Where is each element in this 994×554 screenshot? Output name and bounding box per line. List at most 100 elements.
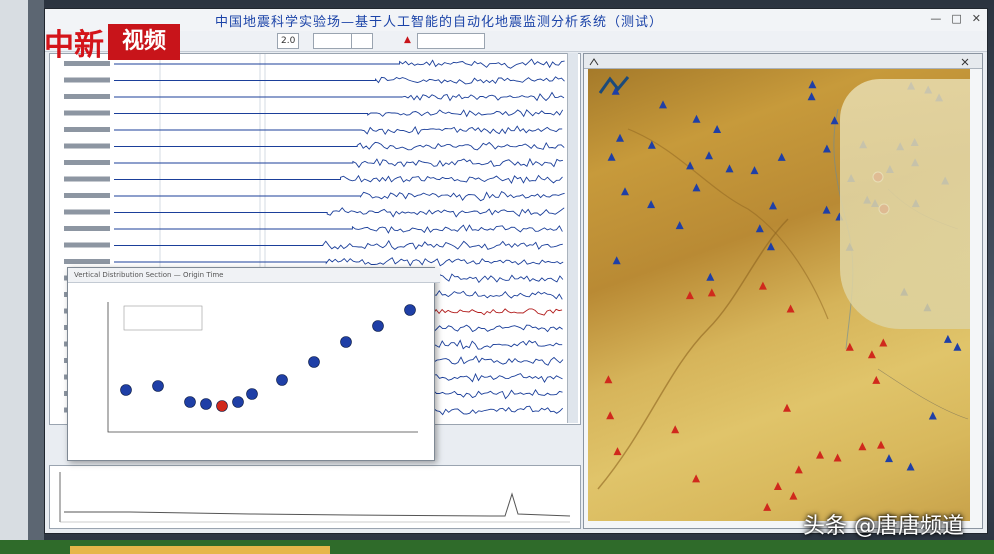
- station-marker[interactable]: [692, 114, 701, 123]
- station-marker[interactable]: [685, 291, 694, 300]
- left-background-strip: [0, 0, 28, 554]
- station-marker[interactable]: [607, 152, 616, 161]
- seismic-trace: [114, 91, 565, 102]
- logo-red-text: 中新: [44, 28, 104, 63]
- station-marker[interactable]: [692, 183, 701, 192]
- plain-region: [840, 79, 970, 329]
- depth-scatter-plot: [107, 302, 418, 433]
- trace-label: [64, 143, 110, 149]
- depth-point: [372, 320, 384, 332]
- plot-legend: [123, 305, 203, 331]
- seismic-trace: [114, 76, 565, 85]
- magnitude-field[interactable]: 2.0: [277, 33, 300, 49]
- station-marker[interactable]: [750, 166, 759, 175]
- station-marker[interactable]: [621, 187, 629, 196]
- station-marker[interactable]: [885, 454, 893, 463]
- bottom-waveform-panel: [49, 465, 581, 529]
- station-marker[interactable]: [953, 342, 962, 351]
- station-marker[interactable]: [616, 133, 624, 142]
- station-marker[interactable]: [713, 125, 722, 133]
- station-marker[interactable]: [867, 350, 876, 359]
- station-marker[interactable]: [822, 144, 831, 153]
- station-marker[interactable]: [777, 152, 786, 161]
- trace-label: [64, 193, 110, 198]
- trace-label: [64, 176, 110, 182]
- app-title: 中国地震科学实验场—基于人工智能的自动化地震监测分析系统（测试）: [215, 15, 664, 30]
- window-controls: — □ ✕: [930, 12, 981, 25]
- station-marker[interactable]: [604, 375, 613, 384]
- seismic-trace: [114, 190, 565, 202]
- station-marker[interactable]: [789, 491, 798, 500]
- seismic-trace: [114, 109, 564, 118]
- station-marker[interactable]: [943, 334, 952, 343]
- seismic-trace: [114, 207, 565, 218]
- station-marker[interactable]: [833, 453, 842, 462]
- station-marker[interactable]: [705, 151, 713, 160]
- station-marker[interactable]: [872, 375, 881, 384]
- toolbar-icon-button[interactable]: [351, 33, 373, 49]
- depth-point: [200, 398, 212, 410]
- minimize-icon[interactable]: —: [930, 12, 941, 25]
- toolbar-tool-button[interactable]: [313, 33, 355, 49]
- depth-point: [308, 356, 320, 368]
- station-marker[interactable]: [807, 92, 816, 101]
- trace-label: [64, 127, 110, 132]
- station-marker[interactable]: [659, 100, 667, 109]
- terrain-map[interactable]: [588, 69, 970, 521]
- station-marker[interactable]: [707, 288, 716, 297]
- station-marker[interactable]: [822, 205, 831, 214]
- station-marker[interactable]: [816, 450, 824, 459]
- station-marker[interactable]: [763, 502, 772, 511]
- depth-point: [232, 396, 244, 408]
- trace-label: [64, 77, 110, 83]
- station-marker[interactable]: [612, 256, 621, 265]
- station-marker[interactable]: [725, 164, 734, 173]
- station-marker[interactable]: [647, 200, 656, 209]
- waveform-scrollbar[interactable]: [567, 53, 578, 423]
- station-marker[interactable]: [613, 447, 622, 456]
- warning-icon[interactable]: ▲: [401, 33, 414, 47]
- depth-point: [120, 384, 132, 396]
- station-marker[interactable]: [783, 403, 791, 412]
- station-marker[interactable]: [858, 442, 867, 451]
- popup-title: Vertical Distribution Section — Origin T…: [68, 268, 440, 283]
- station-marker[interactable]: [773, 482, 782, 490]
- station-marker[interactable]: [675, 221, 684, 230]
- station-marker[interactable]: [671, 425, 680, 434]
- trace-label: [64, 259, 110, 264]
- station-marker[interactable]: [830, 116, 839, 125]
- trace-label: [64, 110, 110, 116]
- station-marker[interactable]: [928, 411, 937, 420]
- maximize-icon[interactable]: □: [951, 12, 961, 25]
- trace-label: [64, 209, 110, 215]
- seismic-trace: [114, 239, 563, 250]
- depth-point: [152, 380, 164, 392]
- trace-label: [64, 226, 110, 231]
- station-marker[interactable]: [692, 474, 701, 483]
- station-marker[interactable]: [877, 440, 885, 449]
- station-marker[interactable]: [808, 80, 817, 89]
- depth-point: [404, 304, 416, 316]
- station-marker[interactable]: [758, 281, 767, 290]
- station-marker[interactable]: [769, 201, 777, 210]
- close-icon[interactable]: ✕: [972, 12, 981, 25]
- seismic-trace: [114, 157, 564, 169]
- station-marker[interactable]: [606, 411, 615, 420]
- station-marker[interactable]: [706, 272, 715, 281]
- depth-point: [216, 400, 228, 412]
- depth-point: [340, 336, 352, 348]
- station-marker[interactable]: [794, 465, 803, 474]
- station-marker[interactable]: [786, 304, 795, 313]
- station-marker[interactable]: [906, 462, 915, 471]
- trace-label: [64, 242, 110, 248]
- map-toolbar: [584, 54, 982, 69]
- map-panel: [583, 53, 983, 529]
- depth-point: [246, 388, 258, 400]
- trace-label: [64, 160, 110, 165]
- station-marker[interactable]: [879, 338, 888, 347]
- seismic-trace: [114, 125, 563, 136]
- watermark: 头条 @唐唐频道: [803, 514, 964, 539]
- bottom-trace: [59, 472, 571, 523]
- station-marker[interactable]: [755, 224, 764, 233]
- depth-distribution-popup: Vertical Distribution Section — Origin T…: [67, 267, 440, 461]
